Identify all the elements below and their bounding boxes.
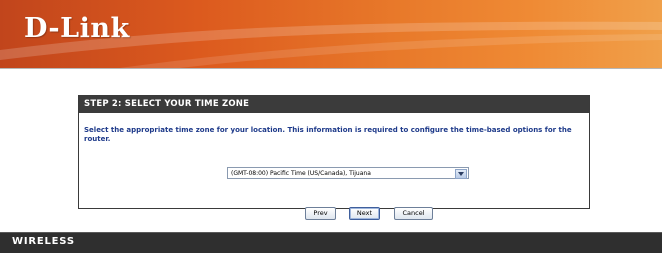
wizard-panel: STEP 2: SELECT YOUR TIME ZONE Select the… xyxy=(78,95,590,220)
wizard-step-title: STEP 2: SELECT YOUR TIME ZONE xyxy=(79,96,589,113)
timezone-selected-value: (GMT-08:00) Pacific Time (US/Canada), Ti… xyxy=(231,170,371,177)
cancel-button[interactable]: Cancel xyxy=(394,207,433,220)
chevron-down-icon[interactable] xyxy=(455,169,467,179)
footer-bar: WIRELESS xyxy=(0,232,662,253)
dlink-logo: D-Link xyxy=(24,13,130,44)
wizard-description: Select the appropriate time zone for you… xyxy=(84,126,572,143)
footer-wireless-label: WIRELESS xyxy=(12,236,75,247)
header-banner: D-Link xyxy=(0,0,662,69)
prev-button[interactable]: Prev xyxy=(305,207,336,220)
next-button[interactable]: Next xyxy=(349,207,380,220)
timezone-select[interactable]: (GMT-08:00) Pacific Time (US/Canada), Ti… xyxy=(227,167,469,179)
main-content: STEP 2: SELECT YOUR TIME ZONE Select the… xyxy=(0,69,662,232)
